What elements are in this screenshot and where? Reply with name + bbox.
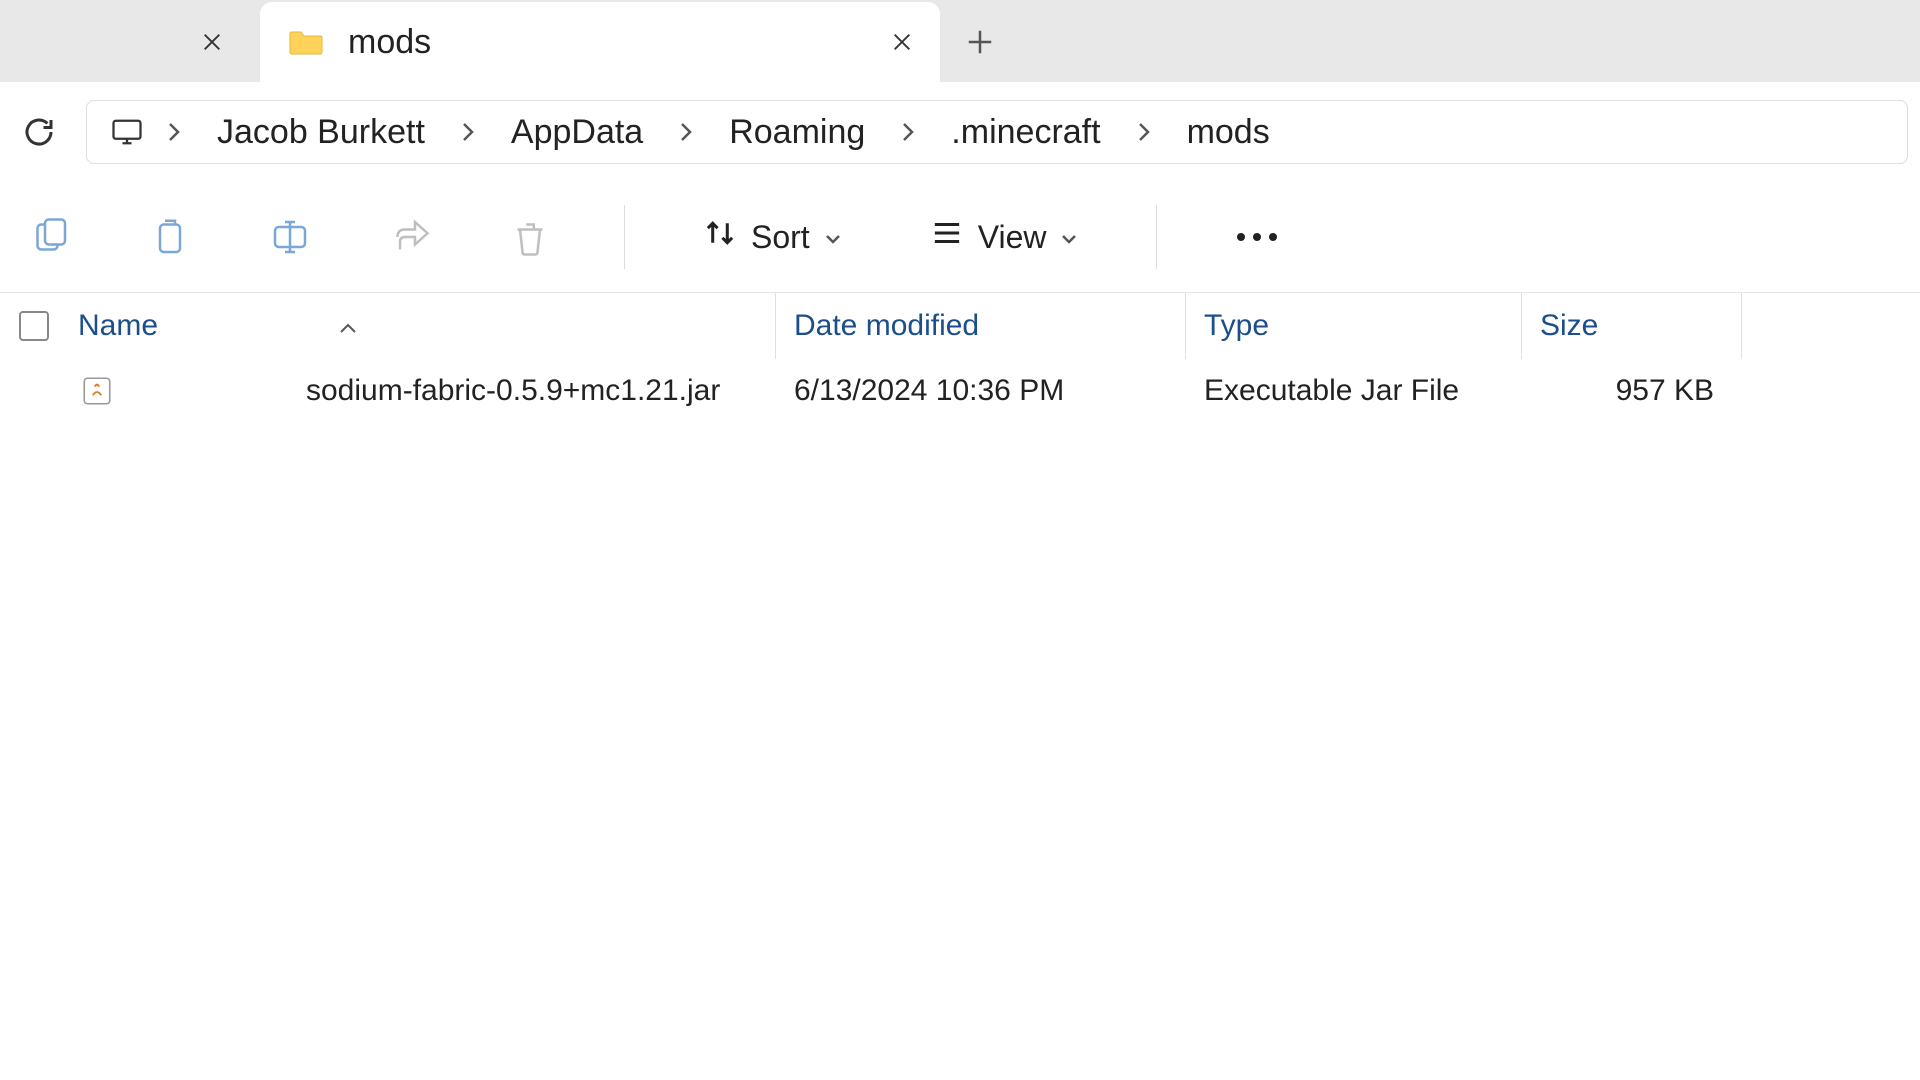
rename-button[interactable] <box>260 207 320 267</box>
sort-label: Sort <box>751 219 810 256</box>
file-list: Name Date modified Type Size sodium-fabr… <box>0 292 1920 423</box>
chevron-down-icon <box>1060 219 1078 256</box>
view-button[interactable]: View <box>916 208 1093 266</box>
file-name: sodium-fabric-0.5.9+mc1.21.jar <box>306 374 720 408</box>
breadcrumb-segment[interactable]: Roaming <box>711 107 883 158</box>
close-icon[interactable] <box>884 24 920 60</box>
sort-asc-icon <box>338 309 358 343</box>
tab-active[interactable]: mods <box>260 2 940 82</box>
sort-icon <box>703 216 737 258</box>
cut-button[interactable] <box>20 207 80 267</box>
file-date: 6/13/2024 10:36 PM <box>794 374 1064 407</box>
breadcrumb-segment[interactable]: AppData <box>493 107 661 158</box>
breadcrumb-segment[interactable]: Jacob Burkett <box>199 107 443 158</box>
sort-button[interactable]: Sort <box>689 208 856 266</box>
dot-icon <box>1237 233 1245 241</box>
view-icon <box>930 216 964 258</box>
address-bar: Jacob Burkett AppData Roaming .minecraft… <box>0 82 1920 182</box>
toolbar: Sort View <box>0 182 1920 292</box>
share-button[interactable] <box>380 207 440 267</box>
column-label: Type <box>1204 309 1269 343</box>
column-header-size[interactable]: Size <box>1522 293 1742 359</box>
file-size: 957 KB <box>1616 374 1714 407</box>
row-checkbox[interactable] <box>0 376 68 406</box>
file-type: Executable Jar File <box>1204 374 1459 407</box>
chevron-right-icon[interactable] <box>671 110 701 154</box>
chevron-down-icon <box>824 219 842 256</box>
chevron-right-icon[interactable] <box>1129 110 1159 154</box>
select-all-checkbox[interactable] <box>0 311 68 341</box>
dot-icon <box>1253 233 1261 241</box>
column-header-date[interactable]: Date modified <box>776 293 1186 359</box>
file-list-header: Name Date modified Type Size <box>0 293 1920 359</box>
breadcrumb[interactable]: Jacob Burkett AppData Roaming .minecraft… <box>86 100 1908 164</box>
jar-file-icon <box>78 372 116 410</box>
separator <box>624 205 625 269</box>
separator <box>1156 205 1157 269</box>
delete-button[interactable] <box>500 207 560 267</box>
chevron-right-icon[interactable] <box>159 110 189 154</box>
folder-icon <box>288 28 324 56</box>
dot-icon <box>1269 233 1277 241</box>
column-header-name[interactable]: Name <box>68 293 776 359</box>
column-label: Date modified <box>794 309 979 343</box>
tab-inactive[interactable] <box>0 2 260 82</box>
tab-label: mods <box>348 23 860 62</box>
column-header-type[interactable]: Type <box>1186 293 1522 359</box>
pc-icon[interactable] <box>105 110 149 154</box>
chevron-right-icon[interactable] <box>893 110 923 154</box>
breadcrumb-segment[interactable]: .minecraft <box>933 107 1118 158</box>
view-label: View <box>978 219 1047 256</box>
column-label: Size <box>1540 309 1598 343</box>
new-tab-button[interactable] <box>940 2 1020 82</box>
column-label: Name <box>78 309 158 343</box>
close-icon[interactable] <box>194 24 230 60</box>
file-row[interactable]: sodium-fabric-0.5.9+mc1.21.jar 6/13/2024… <box>0 359 1920 423</box>
copy-button[interactable] <box>140 207 200 267</box>
chevron-right-icon[interactable] <box>453 110 483 154</box>
refresh-button[interactable] <box>12 105 66 159</box>
tab-bar: mods <box>0 0 1920 82</box>
more-button[interactable] <box>1221 225 1293 249</box>
breadcrumb-segment[interactable]: mods <box>1169 107 1288 158</box>
